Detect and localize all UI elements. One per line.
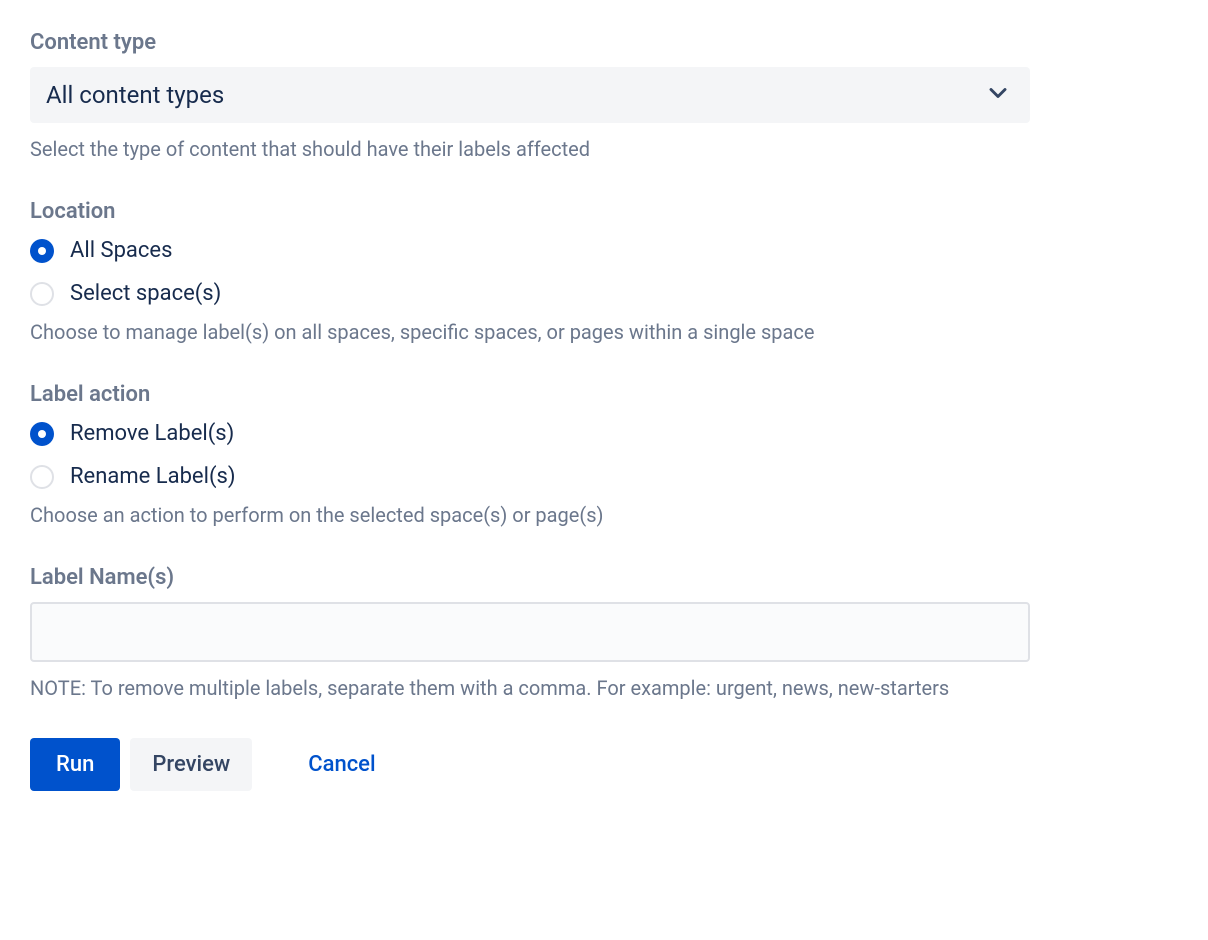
label-action-radio-group: Remove Label(s) Rename Label(s) bbox=[30, 421, 1030, 489]
label-names-input[interactable] bbox=[30, 602, 1030, 662]
radio-label: Remove Label(s) bbox=[70, 421, 234, 446]
run-button[interactable]: Run bbox=[30, 738, 120, 791]
location-radio-group: All Spaces Select space(s) bbox=[30, 238, 1030, 306]
content-type-label: Content type bbox=[30, 30, 1030, 55]
cancel-button[interactable]: Cancel bbox=[288, 738, 395, 791]
label-management-form: Content type All content types Select th… bbox=[30, 30, 1030, 791]
radio-label: Select space(s) bbox=[70, 281, 221, 306]
content-type-select-wrapper: All content types bbox=[30, 67, 1030, 123]
radio-unselected-icon bbox=[30, 465, 54, 489]
location-help: Choose to manage label(s) on all spaces,… bbox=[30, 318, 1030, 346]
location-field: Location All Spaces Select space(s) Choo… bbox=[30, 199, 1030, 346]
radio-label: All Spaces bbox=[70, 238, 172, 263]
label-action-option-rename[interactable]: Rename Label(s) bbox=[30, 464, 1030, 489]
content-type-help: Select the type of content that should h… bbox=[30, 135, 1030, 163]
label-names-help: NOTE: To remove multiple labels, separat… bbox=[30, 674, 1030, 702]
label-names-field: Label Name(s) NOTE: To remove multiple l… bbox=[30, 565, 1030, 702]
location-option-all-spaces[interactable]: All Spaces bbox=[30, 238, 1030, 263]
label-action-field: Label action Remove Label(s) Rename Labe… bbox=[30, 382, 1030, 529]
radio-unselected-icon bbox=[30, 282, 54, 306]
radio-selected-icon bbox=[30, 422, 54, 446]
content-type-field: Content type All content types Select th… bbox=[30, 30, 1030, 163]
radio-selected-icon bbox=[30, 239, 54, 263]
location-label: Location bbox=[30, 199, 1030, 224]
label-names-label: Label Name(s) bbox=[30, 565, 1030, 590]
preview-button[interactable]: Preview bbox=[130, 738, 252, 791]
content-type-select[interactable]: All content types bbox=[30, 67, 1030, 123]
radio-label: Rename Label(s) bbox=[70, 464, 235, 489]
label-action-help: Choose an action to perform on the selec… bbox=[30, 501, 1030, 529]
label-action-label: Label action bbox=[30, 382, 1030, 407]
location-option-select-spaces[interactable]: Select space(s) bbox=[30, 281, 1030, 306]
label-action-option-remove[interactable]: Remove Label(s) bbox=[30, 421, 1030, 446]
button-row: Run Preview Cancel bbox=[30, 738, 1030, 791]
